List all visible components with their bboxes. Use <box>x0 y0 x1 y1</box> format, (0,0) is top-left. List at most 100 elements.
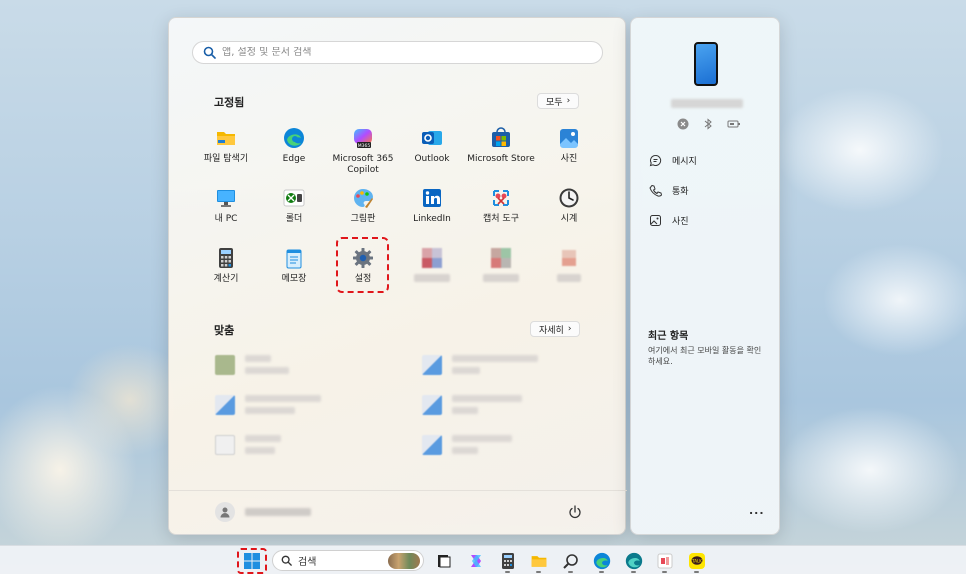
blurred-app-label <box>557 274 581 282</box>
side-item-messages[interactable]: 메시지 <box>649 154 697 167</box>
side-item-label: 메시지 <box>672 157 697 167</box>
pinned-app-blurred-1[interactable] <box>397 247 467 282</box>
pinned-app-label: 그림판 <box>350 214 376 224</box>
recommended-item[interactable] <box>215 355 289 379</box>
task-view-icon[interactable] <box>435 552 453 570</box>
folder-icon <box>215 127 237 149</box>
running-indicator <box>631 571 636 573</box>
svg-text:TALK: TALK <box>691 558 702 563</box>
start-search-box[interactable] <box>192 41 603 64</box>
search-icon <box>281 555 292 566</box>
blurred-item-text <box>452 355 538 379</box>
pinned-app-outlook[interactable]: Outlook <box>397 127 467 165</box>
clock-icon <box>558 187 580 209</box>
pinned-app-label: 파일 탐색기 <box>203 154 249 164</box>
photo-icon <box>650 215 661 226</box>
pinned-app-label: 내 PC <box>214 214 238 224</box>
file-icon <box>215 355 235 375</box>
pinned-app-notepad[interactable]: 메모장 <box>259 247 329 285</box>
more-options-button[interactable]: ... <box>749 504 765 517</box>
pinned-app-label: 메모장 <box>281 274 307 284</box>
blurred-item-text <box>452 435 512 459</box>
footer-divider <box>169 490 627 491</box>
pinned-app-label: Microsoft Store <box>467 154 535 164</box>
monitor-icon <box>215 187 237 209</box>
edge-icon[interactable] <box>593 552 611 570</box>
snipping-tool-icon <box>490 187 512 209</box>
taskbar-search[interactable]: 검색 <box>272 550 424 571</box>
edge-dev-icon[interactable] <box>625 552 643 570</box>
settings-highlight <box>336 237 389 293</box>
pinned-app-xbox[interactable]: 롤더 <box>259 187 329 225</box>
more-recommended-button[interactable]: 자세히 › <box>530 321 581 337</box>
user-icon <box>220 507 230 518</box>
phone-link-panel: 메시지 통화 사진 최근 항목 여기에서 최근 모바일 활동을 확인하세요. .… <box>630 17 780 535</box>
user-account-button[interactable] <box>215 502 311 522</box>
pinned-app-label: Outlook <box>414 154 450 164</box>
side-item-calls[interactable]: 통화 <box>649 184 689 197</box>
pinned-app-label: Edge <box>282 154 306 164</box>
pinned-app-snipping-tool[interactable]: 캡처 도구 <box>466 187 536 225</box>
app-icon[interactable] <box>656 552 674 570</box>
recommended-item[interactable] <box>422 395 522 419</box>
running-indicator <box>694 571 699 573</box>
pinned-app-m365-copilot[interactable]: M365 Microsoft 365 Copilot <box>328 127 398 176</box>
blurred-app-icon <box>558 247 580 269</box>
kakaotalk-icon[interactable]: TALK <box>688 552 706 570</box>
chevron-right-icon: › <box>567 324 572 334</box>
magnifier-icon[interactable] <box>562 552 580 570</box>
blurred-item-text <box>452 395 522 419</box>
pinned-app-file-explorer[interactable]: 파일 탐색기 <box>191 127 261 165</box>
search-highlight-image <box>388 553 420 569</box>
all-apps-label: 모두 <box>546 97 563 108</box>
blurred-app-icon <box>421 247 443 269</box>
start-button[interactable] <box>237 548 267 574</box>
recommended-item[interactable] <box>422 435 512 459</box>
pinned-app-photos[interactable]: 사진 <box>534 127 604 165</box>
pinned-app-linkedin[interactable]: LinkedIn <box>397 187 467 225</box>
recommended-item[interactable] <box>215 435 281 459</box>
bluetooth-icon <box>704 118 712 130</box>
search-icon <box>203 46 216 59</box>
running-indicator <box>536 571 541 573</box>
side-item-label: 사진 <box>672 217 689 227</box>
start-menu: 고정됨 모두 › 파일 탐색기 Edge M365 Microsoft 365 … <box>168 17 627 535</box>
all-apps-button[interactable]: 모두 › <box>537 93 580 109</box>
pinned-app-blurred-2[interactable] <box>466 247 536 282</box>
pinned-app-label: LinkedIn <box>413 214 451 224</box>
pinned-app-paint[interactable]: 그림판 <box>328 187 398 225</box>
recent-items-title: 최근 항목 <box>648 331 689 342</box>
recommended-item[interactable] <box>422 355 538 379</box>
power-button[interactable] <box>567 504 583 520</box>
windows-logo-icon <box>244 553 260 569</box>
pinned-app-label: 사진 <box>560 154 578 164</box>
message-icon <box>649 154 662 167</box>
edge-icon <box>283 127 305 149</box>
pinned-app-my-pc[interactable]: 내 PC <box>191 187 261 225</box>
close-circle-icon <box>677 118 689 130</box>
blurred-item-text <box>245 435 281 459</box>
copilot-icon[interactable] <box>467 552 485 570</box>
taskbar-search-label: 검색 <box>298 557 317 568</box>
pinned-app-label: Microsoft 365 Copilot <box>332 154 394 175</box>
search-input[interactable] <box>222 47 602 58</box>
chevron-right-icon: › <box>566 96 571 106</box>
folder-icon[interactable] <box>530 552 548 570</box>
phone-device-icon <box>694 42 718 86</box>
pinned-app-blurred-3[interactable] <box>534 247 604 282</box>
side-item-photos[interactable]: 사진 <box>649 214 689 227</box>
pinned-app-label: 계산기 <box>213 274 239 284</box>
blurred-user-name <box>245 508 311 516</box>
running-indicator <box>568 571 573 573</box>
pinned-app-edge[interactable]: Edge <box>259 127 329 165</box>
battery-icon <box>727 120 740 128</box>
calculator-icon[interactable] <box>499 552 517 570</box>
recommended-item[interactable] <box>215 395 321 419</box>
pinned-app-clock[interactable]: 시계 <box>534 187 604 225</box>
pinned-app-label: 롤더 <box>285 214 303 224</box>
pinned-app-store[interactable]: Microsoft Store <box>466 127 536 165</box>
pinned-app-label: 시계 <box>560 214 578 224</box>
pinned-title: 고정됨 <box>214 96 245 109</box>
notepad-icon <box>283 247 305 269</box>
pinned-app-calculator[interactable]: 계산기 <box>191 247 261 285</box>
